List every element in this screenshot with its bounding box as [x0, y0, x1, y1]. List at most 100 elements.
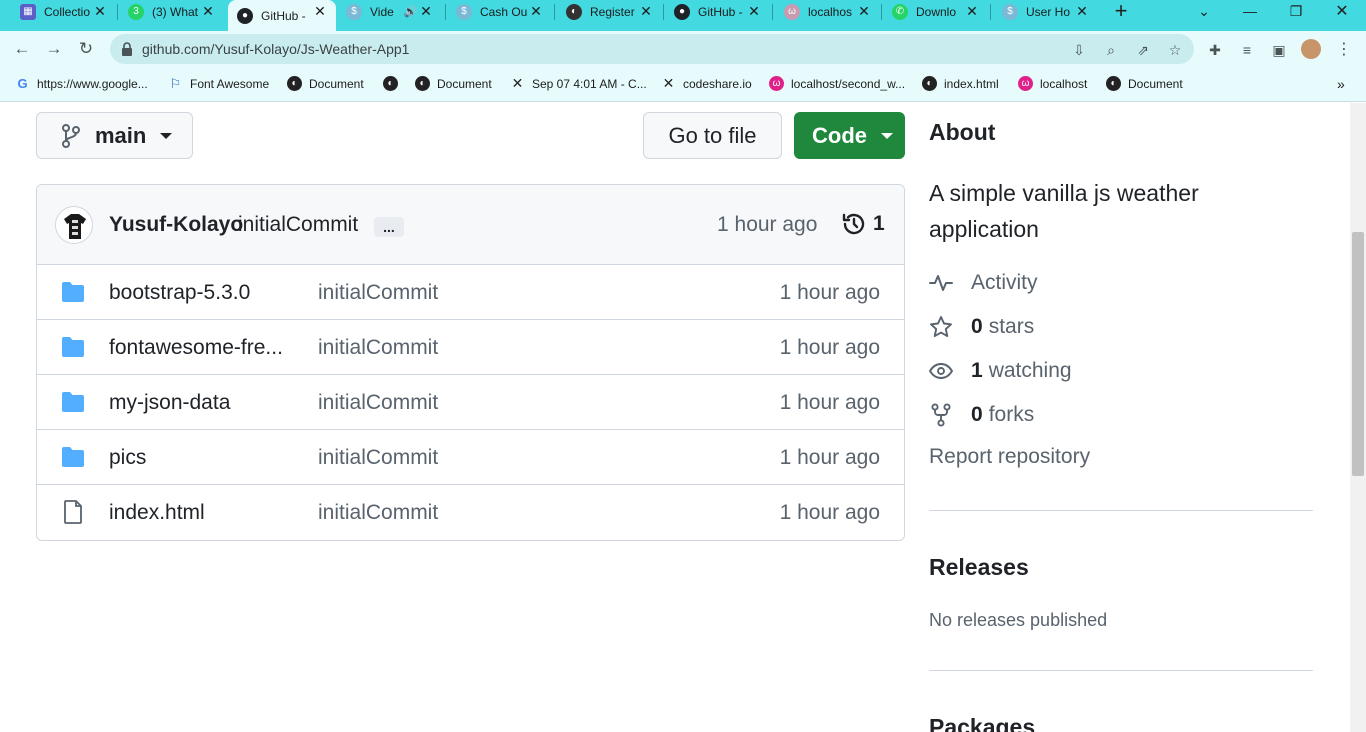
new-tab-button[interactable]: + [1098, 0, 1144, 23]
bookmark-document-3[interactable]: ◐ Document [1106, 76, 1183, 91]
bookmark-document-2[interactable]: ◐ Document [415, 76, 492, 91]
file-name-link[interactable]: my-json-data [109, 391, 230, 415]
bookmark-google[interactable]: G https://www.google... [15, 76, 147, 91]
report-repository-link[interactable]: Report repository [929, 445, 1090, 469]
close-icon[interactable]: ✕ [1074, 3, 1090, 19]
address-bar[interactable]: github.com/Yusuf-Kolayo/Js-Weather-App1 … [110, 34, 1194, 64]
divider [929, 670, 1313, 671]
close-icon[interactable]: ✕ [528, 3, 544, 19]
back-button[interactable]: ← [10, 37, 34, 61]
file-row[interactable]: bootstrap-5.3.0 initialCommit 1 hour ago [37, 265, 904, 320]
file-row[interactable]: fontawesome-fre... initialCommit 1 hour … [37, 320, 904, 375]
audio-playing-icon[interactable]: 🔊 [404, 5, 418, 18]
codeshare-icon: ✕ [511, 75, 524, 91]
file-row[interactable]: my-json-data initialCommit 1 hour ago [37, 375, 904, 430]
scrollbar-thumb[interactable] [1352, 232, 1364, 476]
share-icon[interactable]: ⇗ [1133, 40, 1153, 60]
url-text: github.com/Yusuf-Kolayo/Js-Weather-App1 [142, 41, 410, 57]
file-commit-time: 1 hour ago [779, 501, 880, 524]
close-icon[interactable]: ✕ [856, 3, 872, 19]
expand-commit-button[interactable]: ... [374, 217, 404, 237]
tab-cashout[interactable]: $ Cash Ou ✕ [456, 0, 544, 23]
releases-heading[interactable]: Releases [929, 554, 1029, 581]
lock-icon [122, 42, 132, 56]
profile-avatar[interactable] [1301, 39, 1321, 59]
extensions-icon[interactable]: ✚ [1205, 40, 1225, 60]
tab-search-icon[interactable]: ⌄ [1181, 0, 1227, 22]
file-commit-message[interactable]: initialCommit [318, 446, 438, 470]
bookmark-codeshare-session[interactable]: ✕ Sep 07 4:01 AM - C... [510, 75, 647, 91]
commit-author-link[interactable]: Yusuf-Kolayo [109, 213, 243, 237]
file-row[interactable]: index.html initialCommit 1 hour ago [37, 485, 904, 540]
tab-register[interactable]: ◐ Register ✕ [566, 0, 654, 23]
divider [929, 510, 1313, 511]
reload-button[interactable]: ↻ [74, 37, 98, 61]
file-commit-message[interactable]: initialCommit [318, 281, 438, 305]
tab-whatsapp[interactable]: 3 (3) What ✕ [128, 0, 216, 23]
file-commit-message[interactable]: initialCommit [318, 336, 438, 360]
branch-selector[interactable]: main [36, 112, 193, 159]
avatar[interactable] [55, 206, 93, 244]
bookmark-unnamed[interactable]: ◐ [383, 76, 405, 91]
commit-history-link[interactable]: 1 [841, 211, 885, 237]
flag-icon: ⚐ [169, 75, 182, 91]
close-icon[interactable]: ✕ [638, 3, 654, 19]
close-icon[interactable]: ✕ [964, 3, 980, 19]
file-commit-message[interactable]: initialCommit [318, 391, 438, 415]
history-icon [842, 213, 865, 235]
close-icon[interactable]: ✕ [92, 3, 108, 19]
tab-user-home[interactable]: $ User Ho ✕ [1002, 0, 1090, 23]
file-name-link[interactable]: fontawesome-fre... [109, 336, 283, 360]
install-app-icon[interactable]: ⇩ [1069, 40, 1089, 60]
latest-commit-bar: Yusuf-Kolayo initialCommit ... 1 hour ag… [37, 185, 904, 265]
tab-localhost[interactable]: ω localhos ✕ [784, 0, 872, 23]
bookmark-star-icon[interactable]: ☆ [1165, 40, 1185, 60]
commit-count: 1 [873, 212, 885, 235]
bookmark-localhost-second[interactable]: ω localhost/second_w... [769, 76, 905, 91]
forks-label: forks [988, 403, 1035, 426]
close-icon[interactable]: ✕ [200, 3, 216, 19]
menu-kebab-icon[interactable]: ⋮ [1334, 39, 1354, 59]
close-icon[interactable]: ✕ [418, 3, 434, 19]
restore-button[interactable]: ❐ [1273, 0, 1319, 22]
bookmark-codeshare[interactable]: ✕ codeshare.io [661, 75, 752, 91]
side-panel-icon[interactable]: ▣ [1269, 40, 1289, 60]
packages-heading[interactable]: Packages [929, 714, 1035, 732]
forward-button[interactable]: → [42, 37, 66, 61]
file-commit-time: 1 hour ago [779, 336, 880, 359]
tab-github-active[interactable]: ● GitHub - ✕ [228, 0, 336, 31]
bookmark-font-awesome[interactable]: ⚐ Font Awesome [168, 76, 269, 91]
tab-download[interactable]: ✆ Downlo ✕ [892, 0, 980, 23]
folder-icon [62, 337, 84, 357]
watchers-link[interactable]: 1 watching [929, 359, 1072, 383]
star-icon [930, 316, 952, 338]
media-control-icon[interactable]: ≡ [1237, 40, 1257, 60]
file-row[interactable]: pics initialCommit 1 hour ago [37, 430, 904, 485]
close-icon[interactable]: ✕ [312, 3, 328, 19]
code-button[interactable]: Code [794, 112, 905, 159]
bookmarks-overflow-icon[interactable]: » [1337, 76, 1345, 92]
close-window-button[interactable]: ✕ [1319, 0, 1365, 22]
dollar-icon: $ [346, 3, 362, 20]
tab-video[interactable]: $ Vide 🔊 ✕ [346, 0, 434, 23]
file-name-link[interactable]: pics [109, 446, 146, 470]
file-name-link[interactable]: index.html [109, 501, 205, 525]
bookmark-document[interactable]: ◐ Document [287, 76, 364, 91]
file-commit-message[interactable]: initialCommit [318, 501, 438, 525]
tab-collections[interactable]: ▦ Collectio ✕ [20, 0, 108, 23]
bookmark-localhost[interactable]: ω localhost [1018, 76, 1087, 91]
avatar-image [64, 214, 86, 239]
activity-link[interactable]: Activity [929, 271, 1038, 295]
commit-message-link[interactable]: initialCommit [238, 213, 358, 237]
go-to-file-button[interactable]: Go to file [643, 112, 782, 159]
github-icon: ● [674, 3, 690, 20]
file-name-link[interactable]: bootstrap-5.3.0 [109, 281, 250, 305]
no-releases-text: No releases published [929, 610, 1108, 630]
tab-github-2[interactable]: ● GitHub - ✕ [674, 0, 762, 23]
bookmark-index-html[interactable]: ◐ index.html [922, 76, 999, 91]
stars-link[interactable]: 0 stars [929, 315, 1034, 339]
close-icon[interactable]: ✕ [746, 3, 762, 19]
forks-link[interactable]: 0 forks [929, 403, 1034, 427]
minimize-button[interactable]: — [1227, 0, 1273, 22]
zoom-icon[interactable]: ⌕ [1101, 40, 1121, 60]
